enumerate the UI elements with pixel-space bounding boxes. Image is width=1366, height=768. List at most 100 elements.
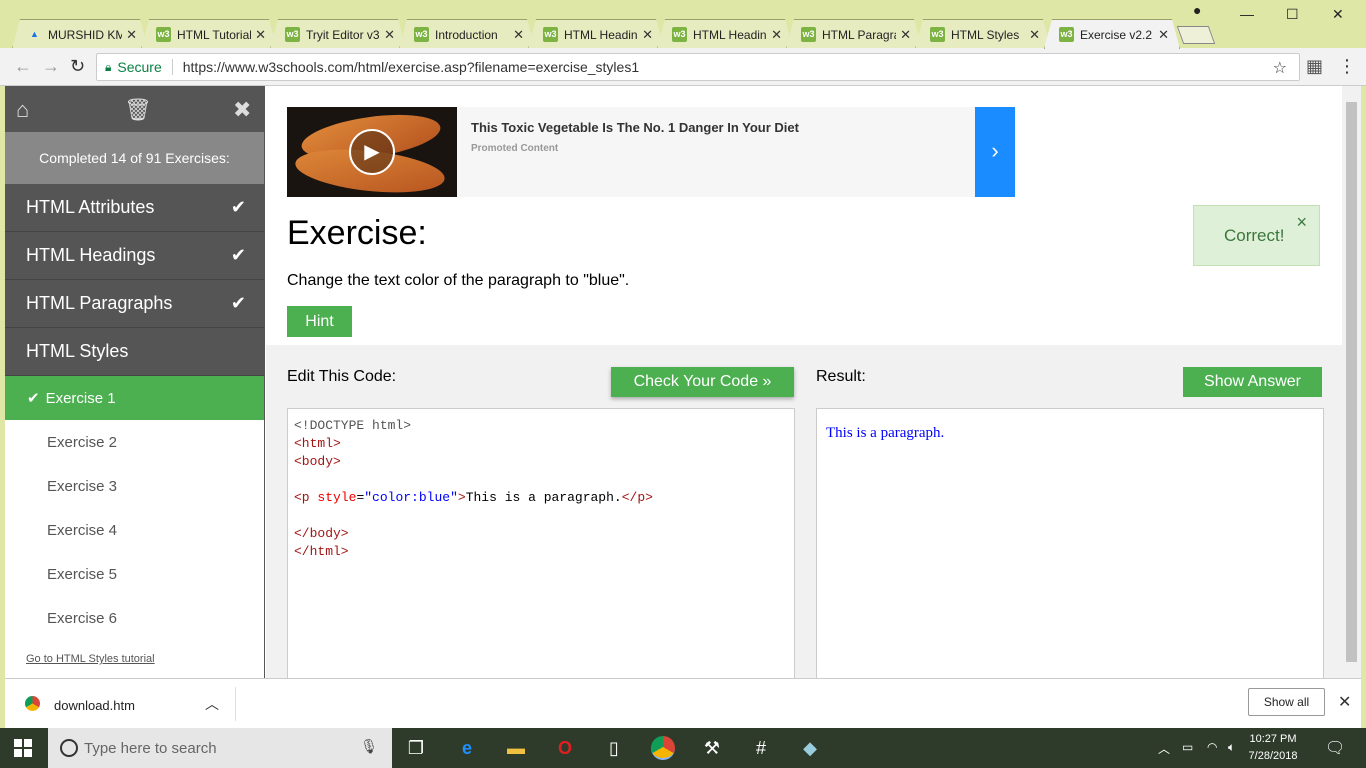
extension-icon[interactable]: ▦ xyxy=(1306,56,1323,77)
sidebar-top: ⌂ 🗑︎ ✖ xyxy=(5,86,264,132)
check-icon: ✔ xyxy=(230,293,246,313)
tab-0[interactable]: ▲ MURSHID KM ✕ xyxy=(12,19,148,49)
tab-5[interactable]: w3 HTML Headings ✕ xyxy=(657,19,793,49)
tab-label: HTML Styles xyxy=(951,27,1020,42)
tab-label: MURSHID KM xyxy=(48,27,123,42)
section-label: HTML Paragraphs xyxy=(26,293,173,313)
forward-icon[interactable]: → xyxy=(42,56,60,77)
tab-2[interactable]: w3 Tryit Editor v3 ✕ xyxy=(270,19,406,49)
address-bar[interactable]: 🔒︎ Secure https://www.w3schools.com/html… xyxy=(96,53,1300,81)
tab-label: HTML Paragraphs xyxy=(822,27,894,42)
tab-label: HTML Headings xyxy=(693,27,767,42)
close-icon[interactable]: ✕ xyxy=(126,27,137,43)
url-text: https://www.w3schools.com/html/exercise.… xyxy=(182,59,640,75)
section-html-paragraphs[interactable]: HTML Paragraphs ✔ xyxy=(5,280,264,328)
wifi-icon[interactable]: ◠ xyxy=(1207,740,1217,754)
section-label: HTML Styles xyxy=(26,341,129,361)
reload-icon[interactable]: ↻ xyxy=(70,56,85,77)
close-icon[interactable]: × xyxy=(1296,212,1307,233)
close-icon[interactable]: ✕ xyxy=(1158,27,1169,43)
star-icon[interactable]: ☆ xyxy=(1273,58,1287,78)
exercise-label: Exercise 3 xyxy=(47,477,118,495)
taskbar-search[interactable]: Type here to search 🎙︎ xyxy=(48,728,392,768)
chevron-up-icon[interactable]: ︿ xyxy=(205,694,219,714)
tab-8[interactable]: w3 Exercise v2.2 ✕ xyxy=(1044,19,1180,49)
opera-icon[interactable]: O xyxy=(553,736,577,760)
minimize-icon[interactable]: — xyxy=(1240,6,1254,22)
mic-icon[interactable]: 🎙︎ xyxy=(360,738,378,755)
back-icon[interactable]: ← xyxy=(14,56,32,77)
toolbar: ← → ↻ 🔒︎ Secure https://www.w3schools.co… xyxy=(0,48,1366,86)
close-icon[interactable]: ✕ xyxy=(513,27,524,43)
chevron-up-icon[interactable]: ︿ xyxy=(1158,740,1170,757)
clock[interactable]: 10:27 PM 7/28/2018 xyxy=(1248,731,1298,765)
exercise-item[interactable]: Exercise 2 xyxy=(5,420,264,464)
close-icon[interactable]: ✕ xyxy=(771,27,782,43)
tools-icon[interactable]: ⚒ xyxy=(700,736,724,760)
exercise-item[interactable]: Exercise 6 xyxy=(5,596,264,640)
chrome-icon[interactable] xyxy=(651,736,675,760)
play-icon[interactable]: ▶ xyxy=(349,129,395,175)
section-html-attributes[interactable]: HTML Attributes ✔ xyxy=(5,184,264,232)
notifications-icon[interactable]: 🗨︎ xyxy=(1325,738,1345,758)
tab-3[interactable]: w3 Introduction ✕ xyxy=(399,19,535,49)
tab-7[interactable]: w3 HTML Styles ✕ xyxy=(915,19,1051,49)
scroll-thumb[interactable] xyxy=(1346,102,1357,662)
check-code-button[interactable]: Check Your Code » xyxy=(611,367,794,397)
chevron-right-icon[interactable]: › xyxy=(975,107,1015,197)
exercise-item[interactable]: Exercise 4 xyxy=(5,508,264,552)
close-icon[interactable]: ✕ xyxy=(642,27,653,43)
tab-label: HTML Tutorial xyxy=(177,27,252,42)
battery-icon[interactable]: ▭ xyxy=(1182,740,1193,754)
ad-title: This Toxic Vegetable Is The No. 1 Danger… xyxy=(471,120,799,135)
trash-icon[interactable]: 🗑︎ xyxy=(124,97,152,123)
task-view-icon[interactable]: ❐ xyxy=(404,736,428,760)
section-html-headings[interactable]: HTML Headings ✔ xyxy=(5,232,264,280)
cortana-icon xyxy=(60,739,78,757)
new-tab-button[interactable] xyxy=(1176,26,1216,44)
slack-icon[interactable]: # xyxy=(749,736,773,760)
windows-start-icon[interactable] xyxy=(14,739,32,757)
profile-icon[interactable]: ● xyxy=(1193,2,1201,18)
maximize-icon[interactable]: ☐ xyxy=(1286,6,1299,23)
exercise-item[interactable]: ✔ Exercise 1 xyxy=(5,376,264,420)
scrollbar[interactable] xyxy=(1342,86,1361,678)
notepad-icon[interactable]: ▯ xyxy=(602,736,626,760)
close-icon[interactable]: ✕ xyxy=(384,27,395,43)
tab-4[interactable]: w3 HTML Headings ✕ xyxy=(528,19,664,49)
code-editor[interactable]: <!DOCTYPE html> <html> <body> <p style="… xyxy=(287,408,795,678)
check-icon: ✔ xyxy=(230,245,246,265)
edge-icon[interactable]: e xyxy=(455,736,479,760)
tutorial-link[interactable]: Go to HTML Styles tutorial xyxy=(26,653,155,665)
download-bar: download.htm ︿ Show all ✕ xyxy=(5,678,1361,728)
exercise-item[interactable]: Exercise 3 xyxy=(5,464,264,508)
section-label: HTML Attributes xyxy=(26,197,155,217)
divider xyxy=(235,687,236,721)
show-answer-button[interactable]: Show Answer xyxy=(1183,367,1322,397)
app-icon[interactable]: ◆ xyxy=(798,736,822,760)
close-icon[interactable]: ✕ xyxy=(1029,27,1040,43)
file-explorer-icon[interactable]: ▬ xyxy=(504,736,528,760)
volume-icon[interactable]: 🔈︎ xyxy=(1228,740,1235,755)
w3-icon: w3 xyxy=(156,27,171,42)
ad-banner[interactable]: ▶ This Toxic Vegetable Is The No. 1 Dang… xyxy=(287,107,1015,197)
hint-button[interactable]: Hint xyxy=(287,306,352,337)
section-html-styles[interactable]: HTML Styles xyxy=(5,328,264,376)
taskbar: Type here to search 🎙︎ ❐ e ▬ O ▯ ⚒ # ◆ ︿… xyxy=(0,728,1366,768)
window-close-icon[interactable]: ✕ xyxy=(1332,6,1344,23)
show-all-button[interactable]: Show all xyxy=(1248,688,1325,716)
download-filename[interactable]: download.htm xyxy=(54,698,135,713)
tab-6[interactable]: w3 HTML Paragraphs ✕ xyxy=(786,19,922,49)
w3-icon: w3 xyxy=(801,27,816,42)
menu-icon[interactable]: ⋮ xyxy=(1338,56,1356,77)
task-text: Change the text color of the paragraph t… xyxy=(287,272,630,289)
exercise-item[interactable]: Exercise 5 xyxy=(5,552,264,596)
home-icon[interactable]: ⌂ xyxy=(16,97,29,123)
tab-label: Tryit Editor v3 xyxy=(306,27,380,42)
close-icon[interactable]: ✕ xyxy=(900,27,911,43)
search-placeholder: Type here to search xyxy=(84,739,217,757)
close-icon[interactable]: ✖ xyxy=(233,97,251,123)
close-icon[interactable]: ✕ xyxy=(1338,692,1351,712)
close-icon[interactable]: ✕ xyxy=(255,27,266,43)
tab-1[interactable]: w3 HTML Tutorial ✕ xyxy=(141,19,277,49)
